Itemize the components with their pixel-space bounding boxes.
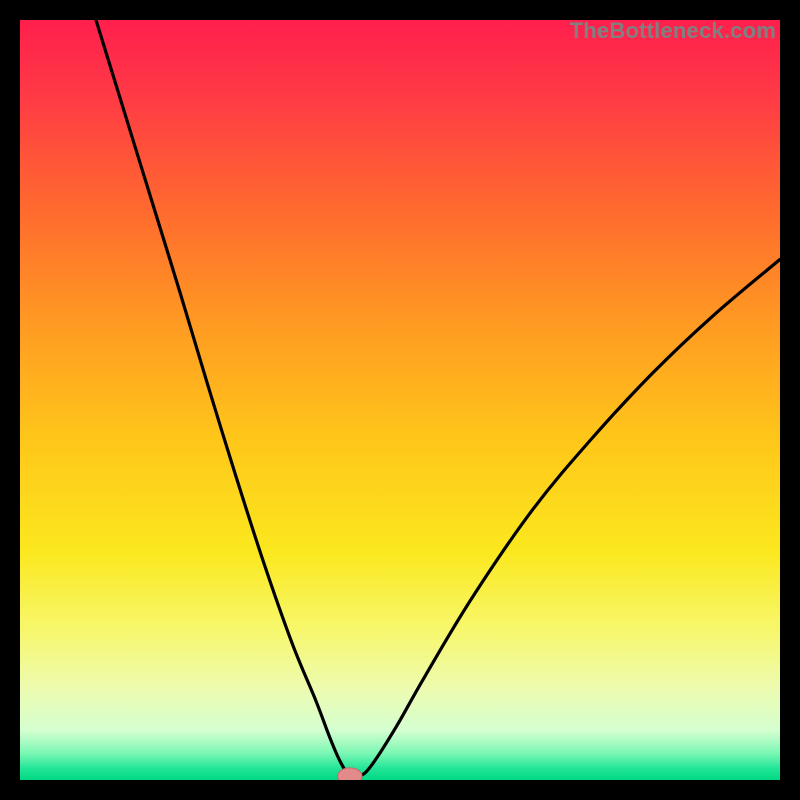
optimal-point-marker: [338, 768, 362, 780]
gradient-background: [20, 20, 780, 780]
chart-svg: [20, 20, 780, 780]
chart-frame: TheBottleneck.com: [20, 20, 780, 780]
watermark-text: TheBottleneck.com: [570, 18, 776, 44]
